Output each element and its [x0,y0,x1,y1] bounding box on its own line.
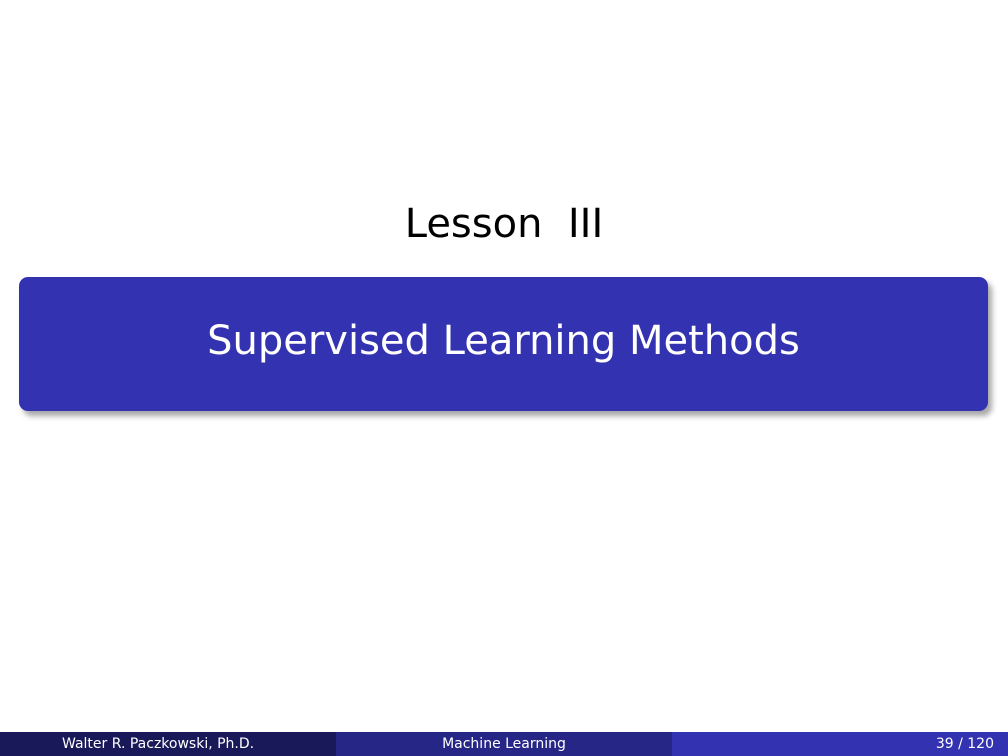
lesson-heading: Lesson III [404,201,604,247]
footer-course: Machine Learning [442,736,566,752]
slide: Lesson III Supervised Learning Methods W… [0,0,1008,756]
footer-author-cell: Walter R. Paczkowski, Ph.D. [0,732,336,756]
section-title: Supervised Learning Methods [207,318,800,364]
footer-author: Walter R. Paczkowski, Ph.D. [62,736,255,752]
section-title-box: Supervised Learning Methods [19,277,988,411]
footer-course-cell: Machine Learning [336,732,672,756]
footer-page-cell: 39 / 120 [672,732,1008,756]
page-number: 39 / 120 [935,736,994,752]
footer-bar: Walter R. Paczkowski, Ph.D. Machine Lear… [0,732,1008,756]
